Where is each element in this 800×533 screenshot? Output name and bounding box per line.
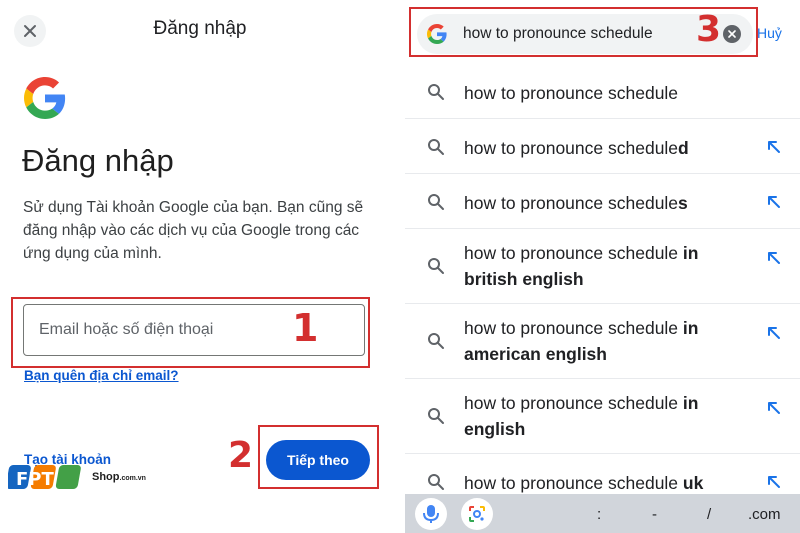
key-dotcom[interactable]: .com [748, 506, 781, 523]
suggestion-text: how to pronounce schedule in english [464, 390, 754, 442]
lens-icon [469, 506, 485, 522]
suggestion-text: how to pronounce scheduled [464, 135, 754, 161]
google-logo-icon [24, 77, 66, 119]
suggestion-item[interactable]: how to pronounce scheduled [405, 119, 800, 174]
suggestion-item[interactable]: how to pronounce schedule in american eng… [405, 304, 800, 379]
shop-label: Shop.com.vn [92, 471, 146, 483]
suggestion-completion-line2: american english [464, 344, 607, 364]
google-lens-button[interactable] [461, 498, 493, 530]
google-signin-screen: Đăng nhập Đăng nhập Sử dụng Tài khoản Go… [0, 0, 400, 533]
annotation-number-2: 2 [228, 435, 254, 476]
svg-text:FPT: FPT [16, 469, 54, 490]
fill-query-arrow-icon[interactable] [767, 140, 781, 154]
forgot-email-link[interactable]: Bạn quên địa chỉ email? [24, 368, 179, 383]
suggestion-item[interactable]: how to pronounce schedule in british engl… [405, 229, 800, 304]
suggestion-completion: in [678, 243, 699, 263]
suggestion-item[interactable]: how to pronounce schedule uk [405, 454, 800, 494]
search-icon [428, 84, 444, 100]
annotation-number-3: 3 [696, 9, 722, 50]
annotation-number-1: 1 [292, 306, 319, 350]
page-title: Đăng nhập [22, 143, 174, 178]
suggestion-item[interactable]: how to pronounce schedule in english [405, 379, 800, 454]
key-slash[interactable]: / [707, 506, 711, 523]
suggestion-completion: in [678, 318, 699, 338]
suggestion-prefix: how to pronounce schedule [464, 393, 679, 413]
microphone-icon [423, 505, 439, 523]
suggestion-completion: d [678, 138, 689, 158]
google-search-screen: how to pronounce schedule Huỷ 3 how to p… [405, 0, 800, 533]
suggestion-completion: in [678, 393, 699, 413]
fill-query-arrow-icon[interactable] [767, 195, 781, 209]
suggestion-list: how to pronounce schedule how to pronounc… [405, 64, 800, 494]
annotation-box-2 [258, 425, 379, 489]
suggestion-prefix: how to pronounce schedule [464, 318, 679, 338]
search-icon [428, 258, 444, 274]
suggestion-prefix: how to pronounce schedule [464, 473, 679, 493]
suggestion-completion-line2: english [464, 419, 526, 439]
suggestion-item[interactable]: how to pronounce schedules [405, 174, 800, 229]
search-icon [428, 474, 444, 490]
suggestion-completion: uk [678, 473, 704, 493]
suggestion-prefix: how to pronounce schedule [464, 83, 679, 103]
fill-query-arrow-icon[interactable] [767, 475, 781, 489]
fpt-logo-icon: FPT [8, 465, 81, 490]
suggestion-text: how to pronounce schedules [464, 190, 754, 216]
suggestion-text: how to pronounce schedule in british engl… [464, 240, 754, 292]
key-colon[interactable]: : [597, 506, 601, 523]
fpt-shop-watermark: FPT Shop.com.vn [8, 462, 146, 492]
suggestion-text: how to pronounce schedule in american eng… [464, 315, 754, 367]
signin-description: Sử dụng Tài khoản Google của bạn. Bạn cũ… [23, 199, 364, 262]
keyboard-accessory-bar: : - / .com [405, 494, 800, 533]
suggestion-prefix: how to pronounce schedule [464, 138, 679, 158]
voice-search-button[interactable] [415, 498, 447, 530]
suggestion-completion: s [678, 193, 688, 213]
search-icon [428, 408, 444, 424]
search-icon [428, 139, 444, 155]
fill-query-arrow-icon[interactable] [767, 401, 781, 415]
suggestion-prefix: how to pronounce schedule [464, 193, 679, 213]
key-dash[interactable]: - [652, 506, 657, 523]
suggestion-text: how to pronounce schedule [464, 80, 754, 106]
cancel-button[interactable]: Huỷ [757, 25, 782, 41]
suggestion-text: how to pronounce schedule uk [464, 470, 754, 496]
suggestion-completion-line2: british english [464, 269, 584, 289]
search-icon [428, 333, 444, 349]
header-title: Đăng nhập [153, 18, 247, 39]
suggestion-prefix: how to pronounce schedule [464, 243, 679, 263]
search-icon [428, 194, 444, 210]
fill-query-arrow-icon[interactable] [767, 251, 781, 265]
suggestion-item[interactable]: how to pronounce schedule [405, 64, 800, 119]
fill-query-arrow-icon[interactable] [767, 326, 781, 340]
